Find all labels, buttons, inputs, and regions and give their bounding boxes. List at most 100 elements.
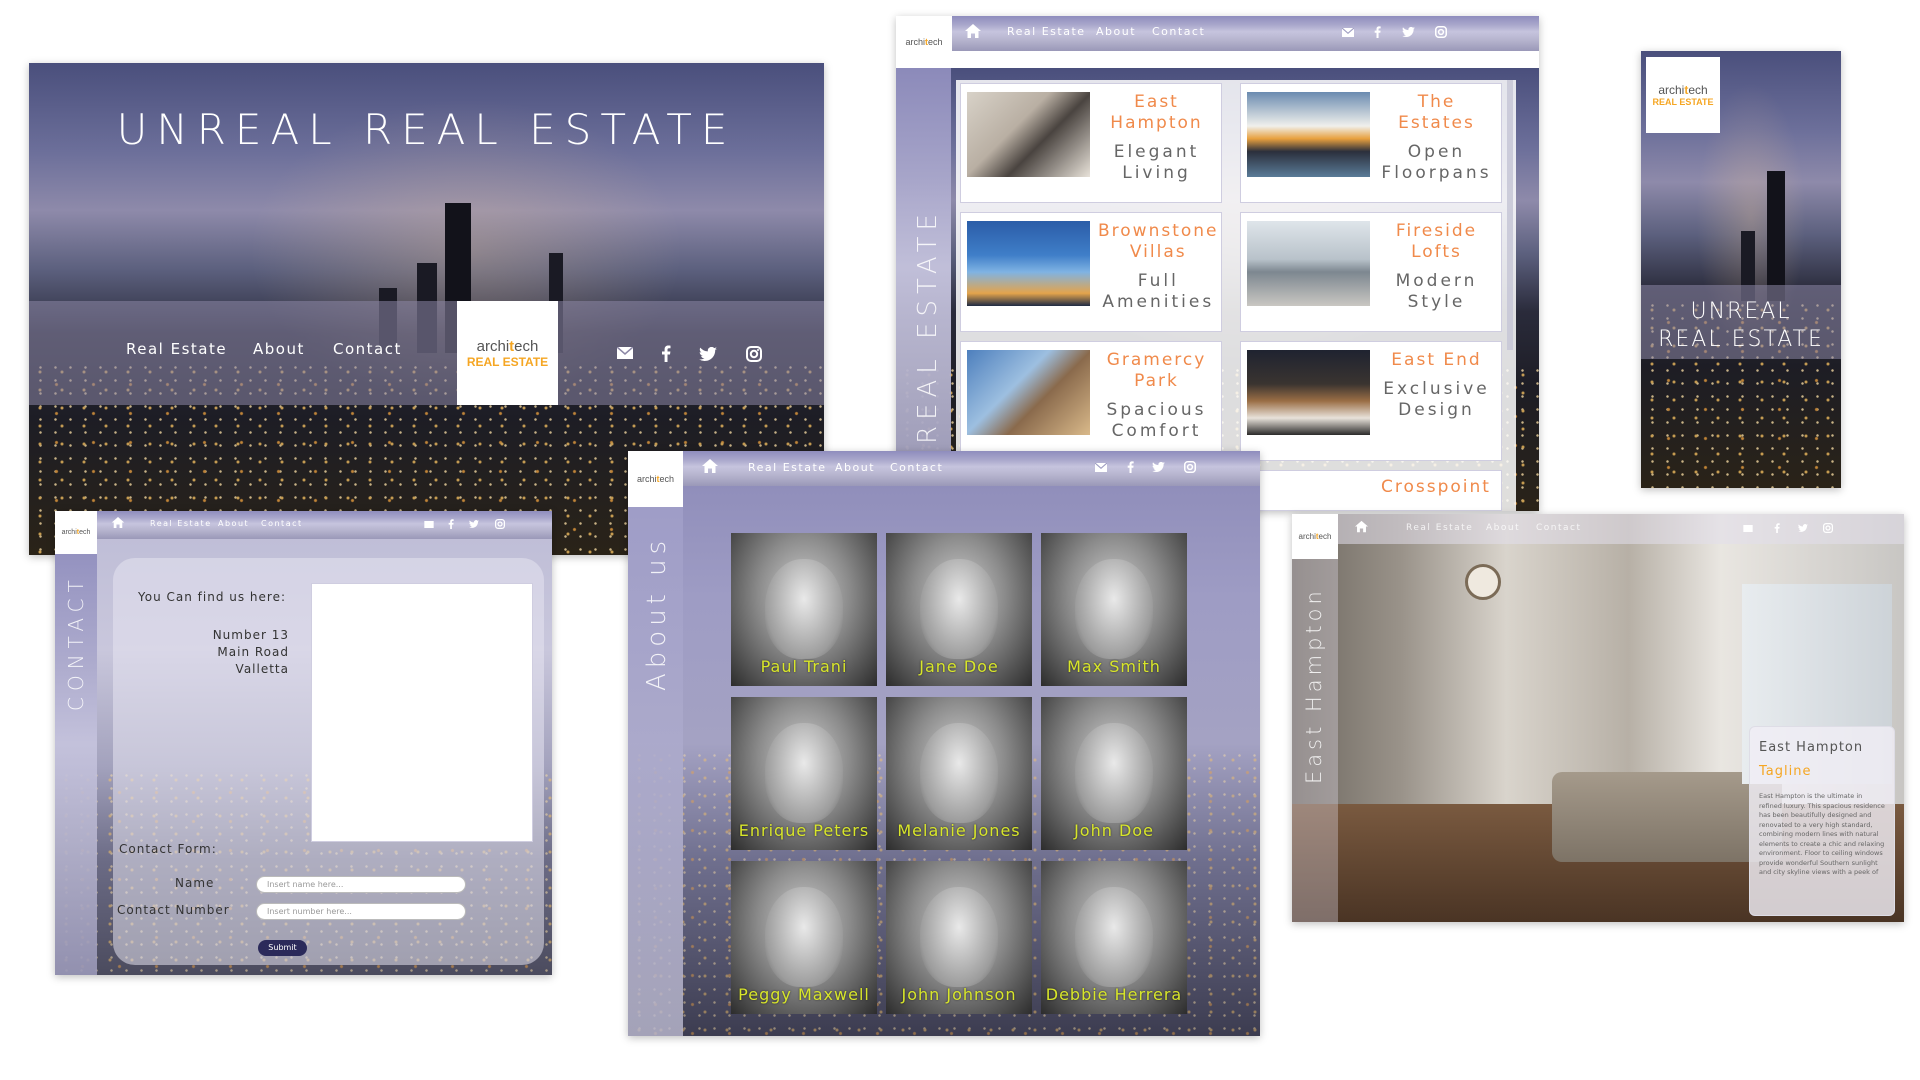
property-card[interactable]: Brownstone Villas Full Amenities [960, 212, 1222, 332]
logo[interactable]: architech [55, 511, 97, 554]
nav-real-estate[interactable]: Real Estate [1007, 25, 1086, 38]
home-icon[interactable] [1354, 520, 1369, 533]
instagram-icon[interactable] [495, 519, 505, 529]
logo-text: archi [636, 474, 657, 484]
name-input[interactable]: Insert name here... [256, 876, 466, 893]
nav-about[interactable]: About [218, 519, 249, 528]
team-member[interactable]: John Doe [1041, 697, 1187, 850]
property-card[interactable]: East Hampton Elegant Living [960, 83, 1222, 203]
logo-text: ech [1318, 532, 1332, 541]
nav-real-estate[interactable]: Real Estate [1406, 523, 1473, 533]
twitter-icon[interactable] [469, 520, 479, 528]
property-card[interactable]: Gramercy Park Spacious Comfort [960, 341, 1222, 461]
twitter-icon[interactable] [1152, 462, 1165, 472]
property-thumb [1247, 92, 1370, 177]
property-tagline: Full Amenities [1102, 271, 1215, 312]
property-name: Gramercy Park [1106, 350, 1207, 391]
skyline-tower [1767, 171, 1785, 301]
name-label: Name [175, 876, 215, 890]
property-name: Brownstone Villas [1098, 221, 1219, 262]
about-side-title: About us [642, 535, 672, 691]
property-thumb [967, 350, 1090, 435]
home-icon[interactable] [111, 516, 125, 529]
team-member[interactable]: Paul Trani [731, 533, 877, 686]
nav-contact[interactable]: Contact [1536, 523, 1582, 533]
property-name: East End [1391, 350, 1482, 370]
logo-subtitle: REAL ESTATE [466, 354, 549, 369]
room-clock [1465, 564, 1501, 600]
nav-contact[interactable]: Contact [890, 461, 943, 474]
logo[interactable]: architech REAL ESTATE [1646, 57, 1720, 133]
nav-real-estate[interactable]: Real Estate [150, 519, 212, 528]
logo-text: archi [1658, 83, 1685, 97]
property-card[interactable]: Fireside Lofts Modern Style [1240, 212, 1502, 332]
mail-icon[interactable] [617, 347, 633, 359]
team-member[interactable]: Melanie Jones [886, 697, 1032, 850]
member-name: John Doe [1074, 821, 1154, 840]
nav-about[interactable]: About [1486, 523, 1520, 533]
submit-button[interactable]: Submit [258, 940, 307, 956]
home-icon[interactable] [701, 458, 719, 474]
twitter-icon[interactable] [1402, 27, 1415, 37]
instagram-icon[interactable] [746, 346, 762, 362]
nav-contact[interactable]: Contact [261, 519, 303, 528]
contact-panel: architech Real Estate About Contact CONT… [55, 511, 552, 975]
logo[interactable]: architech [1292, 514, 1338, 559]
logo-text: archi [476, 337, 510, 355]
logo-text: ech [514, 337, 539, 355]
team-member[interactable]: Enrique Peters [731, 697, 877, 850]
facebook-icon[interactable] [1127, 461, 1134, 473]
nav-real-estate[interactable]: Real Estate [126, 340, 227, 358]
facebook-icon[interactable] [448, 519, 454, 529]
mail-icon[interactable] [1095, 463, 1107, 472]
instagram-icon[interactable] [1823, 523, 1833, 533]
team-member[interactable]: John Johnson [886, 861, 1032, 1014]
facebook-icon[interactable] [1374, 26, 1381, 38]
facebook-icon[interactable] [661, 345, 671, 362]
map-box[interactable] [311, 583, 533, 842]
logo-text: ech [1688, 83, 1708, 97]
property-card[interactable]: Crosspoint [1240, 470, 1502, 511]
nav-about[interactable]: About [835, 461, 875, 474]
property-card[interactable]: The Estates Open Floorpans [1240, 83, 1502, 203]
twitter-icon[interactable] [699, 347, 717, 361]
mail-icon[interactable] [1342, 28, 1354, 37]
number-input[interactable]: Insert number here... [256, 903, 466, 920]
facebook-icon[interactable] [1774, 523, 1780, 533]
logo[interactable]: architech [628, 451, 683, 507]
member-name: Jane Doe [919, 657, 999, 676]
number-label: Contact Number [117, 903, 230, 917]
instagram-icon[interactable] [1435, 26, 1447, 38]
property-tagline: Open Floorpans [1381, 142, 1492, 183]
mail-icon[interactable] [424, 521, 434, 528]
scrollbar[interactable] [1507, 80, 1513, 350]
twitter-icon[interactable] [1798, 524, 1808, 532]
contact-form-label: Contact Form: [119, 842, 217, 856]
logo-text: archi [1298, 532, 1316, 541]
team-member[interactable]: Jane Doe [886, 533, 1032, 686]
team-member[interactable]: Peggy Maxwell [731, 861, 877, 1014]
detail-side-title: East Hampton [1302, 587, 1326, 784]
home-icon[interactable] [964, 23, 982, 39]
listing-side-title: REAL ESTATE [913, 208, 943, 444]
detail-panel: architech Real Estate About Contact East… [1292, 514, 1904, 922]
listing-panel: architech Real Estate About Contact REAL… [896, 16, 1539, 511]
instagram-icon[interactable] [1184, 461, 1196, 473]
detail-navbar [1292, 514, 1904, 544]
nav-contact[interactable]: Contact [1152, 25, 1205, 38]
nav-contact[interactable]: Contact [333, 340, 402, 358]
logo[interactable]: architech REAL ESTATE [457, 301, 558, 405]
nav-about[interactable]: About [253, 340, 305, 358]
mail-icon[interactable] [1743, 525, 1753, 532]
member-name: Enrique Peters [738, 821, 870, 840]
property-card[interactable]: East End Exclusive Design [1240, 341, 1502, 461]
nav-real-estate[interactable]: Real Estate [748, 461, 827, 474]
hero-title: UNREAL REAL ESTATE [116, 105, 737, 154]
member-name: Melanie Jones [897, 821, 1021, 840]
team-member[interactable]: Debbie Herrera [1041, 861, 1187, 1014]
property-name: Fireside Lofts [1395, 221, 1478, 262]
nav-about[interactable]: About [1096, 25, 1136, 38]
team-member[interactable]: Max Smith [1041, 533, 1187, 686]
logo[interactable]: architech [896, 16, 952, 68]
property-tagline: Spacious Comfort [1106, 400, 1207, 441]
